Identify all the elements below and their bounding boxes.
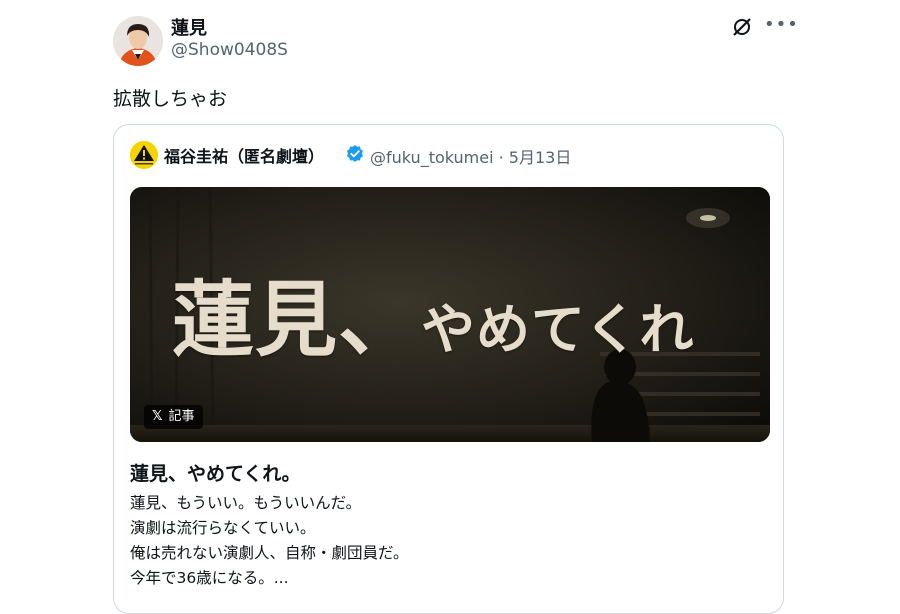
headline-small-text: やめてくれ [421,297,695,361]
quoted-author-name[interactable]: 福谷圭祐（匿名劇壇） [164,143,324,167]
article-line: 今年で36歳になる。... [130,569,289,587]
more-horizontal-icon[interactable]: ••• [764,14,798,36]
article-headline: 蓮見、やめてくれ [172,253,694,372]
author-handle[interactable]: @Show0408S [171,40,288,60]
article-badge: 𝕏 記事 [144,405,203,429]
quoted-handle-date[interactable]: @fuku_tokumei · 5月13日 [370,144,571,168]
article-line: 演劇は流行らなくていい。 [130,519,316,537]
x-logo-icon: 𝕏 [152,409,163,424]
headline-large-text: 蓮見、 [172,272,422,368]
article-line: 蓮見、もういい。もういいんだ。 [130,494,362,512]
tweet-text: 拡散しちゃお [113,88,228,110]
quoted-tweet-card[interactable]: 福谷圭祐（匿名劇壇） @fuku_tokumei · 5月13日 蓮見、やめてく… [113,124,784,614]
verified-badge-icon [345,144,365,164]
author-display-name[interactable]: 蓮見 [171,14,207,40]
grok-icon[interactable] [731,16,753,38]
article-preview: 蓮見、もういい。もういいんだ。 演劇は流行らなくていい。 俺は売れない演劇人、自… [130,491,409,591]
article-cover-image[interactable]: 蓮見、やめてくれ 𝕏 記事 [130,187,770,442]
article-title[interactable]: 蓮見、やめてくれ。 [130,459,301,486]
article-badge-label: 記事 [168,409,195,424]
article-line: 俺は売れない演劇人、自称・劇団員だ。 [130,544,409,562]
author-avatar[interactable] [113,16,163,66]
quoted-author-avatar[interactable] [130,141,158,169]
